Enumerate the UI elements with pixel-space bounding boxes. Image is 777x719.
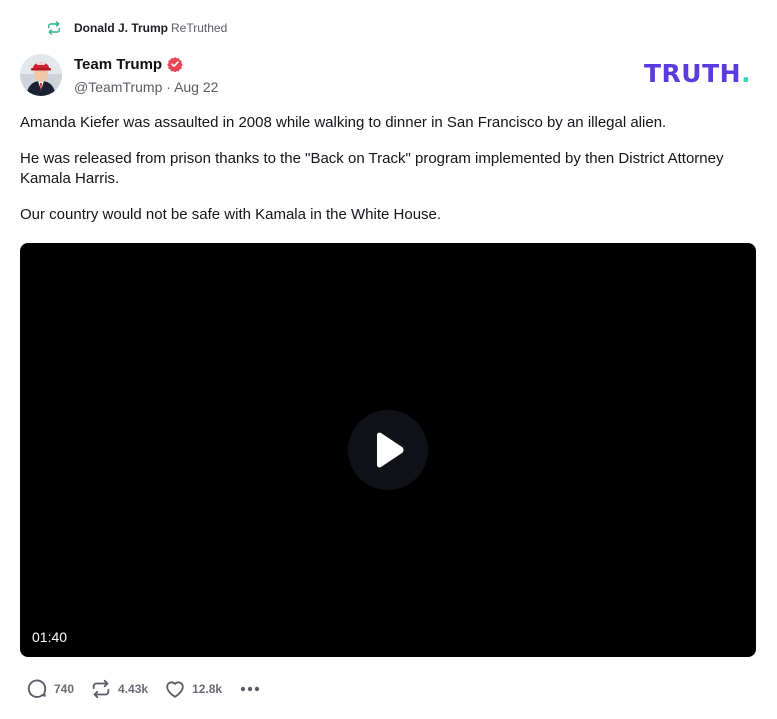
post-paragraph: Amanda Kiefer was assaulted in 2008 whil…	[20, 114, 667, 131]
like-button[interactable]: 12.8k	[164, 678, 222, 700]
more-options-button[interactable]	[240, 686, 260, 692]
post-paragraph: He was released from prison thanks to th…	[20, 150, 724, 187]
retruth-icon	[47, 21, 61, 35]
reply-count: 740	[54, 682, 75, 696]
avatar-image	[20, 54, 62, 96]
post-date[interactable]: Aug 22	[174, 79, 218, 95]
retruth-button[interactable]: 4.43k	[90, 678, 148, 700]
author-handle[interactable]: @TeamTrump	[74, 79, 162, 95]
video-duration: 01:40	[32, 629, 68, 645]
meta-separator: ·	[166, 79, 171, 95]
more-options-icon	[240, 686, 260, 692]
retruth-label: ReTruthed	[171, 21, 228, 35]
truth-logo-dot: .	[741, 59, 752, 88]
post-paragraph: Our country would not be safe with Kamal…	[20, 206, 442, 223]
avatar[interactable]	[20, 54, 62, 96]
heart-icon	[166, 681, 184, 698]
video-player[interactable]: 01:40	[20, 243, 756, 657]
truth-logo-text: TRUTH	[644, 59, 742, 88]
post-actions: 740 4.43k 12.8k	[26, 678, 260, 700]
retruth-user-link[interactable]: Donald J. Trump	[74, 21, 168, 35]
comment-icon	[27, 679, 47, 698]
reply-button[interactable]: 740	[26, 678, 74, 700]
author-name[interactable]: Team Trump	[74, 56, 162, 73]
post-meta: @TeamTrump · Aug 22	[74, 79, 218, 95]
retruth-count: 4.43k	[118, 682, 149, 696]
play-button[interactable]	[348, 410, 428, 490]
like-count: 12.8k	[192, 682, 223, 696]
post-body: Amanda Kiefer was assaulted in 2008 whil…	[20, 113, 740, 241]
post-author: Team Trump @TeamTrump · Aug 22	[74, 55, 218, 96]
truth-logo[interactable]: TRUTH.	[644, 60, 751, 88]
retruth-header: Donald J. Trump ReTruthed	[46, 18, 227, 38]
play-icon	[377, 432, 404, 468]
verified-badge-icon	[167, 57, 183, 72]
retruth-icon	[92, 679, 110, 699]
